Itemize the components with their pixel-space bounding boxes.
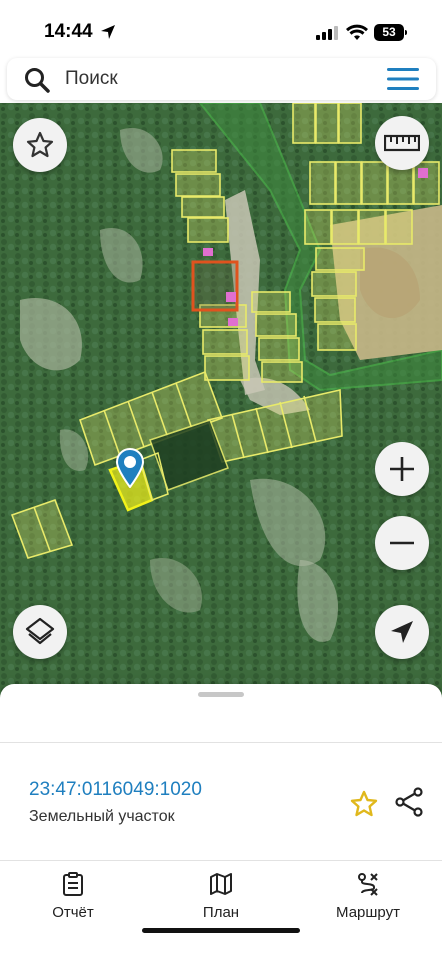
cadastral-number[interactable]: 23:47:0116049:1020 (29, 779, 202, 801)
search-bar[interactable]: Поиск (7, 58, 436, 100)
cellular-signal-icon (316, 26, 338, 40)
divider (0, 742, 442, 743)
zoom-in-button[interactable] (375, 442, 429, 496)
parcel-type-label: Земельный участок (29, 808, 175, 825)
my-location-button[interactable] (375, 605, 429, 659)
tab-plan-label: План (202, 904, 240, 921)
share-icon[interactable] (394, 787, 424, 817)
map-plan-icon (210, 873, 232, 895)
search-icon[interactable] (24, 67, 50, 93)
tab-plan[interactable]: План (166, 872, 276, 921)
minus-icon (390, 541, 414, 545)
location-arrow-icon (101, 25, 115, 39)
home-indicator[interactable] (142, 928, 300, 933)
tab-report-label: Отчёт (52, 904, 94, 921)
navigation-arrow-icon (391, 621, 413, 643)
battery-indicator: 53 (374, 24, 407, 41)
layers-button[interactable] (13, 605, 67, 659)
status-time: 14:44 (44, 21, 93, 42)
satellite-map[interactable] (0, 103, 442, 703)
report-icon (63, 872, 83, 896)
wifi-icon (346, 24, 368, 40)
plus-icon (390, 457, 414, 481)
route-icon (358, 873, 378, 896)
measure-button[interactable] (375, 116, 429, 170)
tab-report[interactable]: Отчёт (18, 872, 128, 921)
selected-parcel-pin-icon[interactable] (115, 448, 145, 488)
add-favorite-star-icon[interactable] (349, 789, 379, 819)
sheet-drag-handle[interactable] (198, 692, 244, 697)
hamburger-menu-icon[interactable] (387, 68, 419, 90)
tab-route[interactable]: Маршрут (313, 872, 423, 921)
star-outline-icon (26, 131, 54, 158)
layers-icon (25, 617, 55, 645)
divider (0, 860, 442, 861)
parcel-info-sheet[interactable]: 23:47:0116049:1020 Земельный участок Отч… (0, 684, 442, 960)
favorites-button[interactable] (13, 118, 67, 172)
zoom-out-button[interactable] (375, 516, 429, 570)
tab-route-label: Маршрут (336, 904, 400, 921)
search-input[interactable]: Поиск (65, 68, 118, 90)
ruler-icon (384, 134, 420, 152)
status-bar: 14:44 53 (0, 0, 442, 58)
